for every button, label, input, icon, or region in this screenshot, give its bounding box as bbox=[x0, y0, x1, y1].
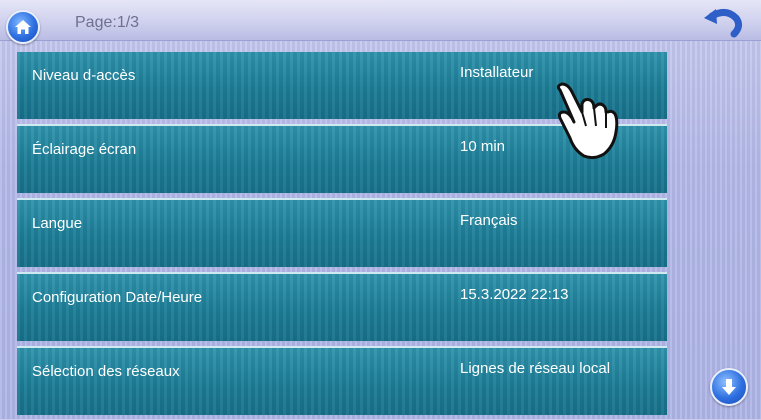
arrow-down-icon bbox=[722, 379, 736, 395]
setting-value: 15.3.2022 22:13 bbox=[460, 286, 569, 303]
top-bar: Page:1/3 bbox=[0, 0, 761, 44]
setting-row-language[interactable]: Langue Français bbox=[17, 198, 667, 267]
setting-value: Installateur bbox=[460, 64, 534, 81]
setting-row-date-time[interactable]: Configuration Date/Heure 15.3.2022 22:13 bbox=[17, 272, 667, 341]
setting-label: Configuration Date/Heure bbox=[32, 289, 203, 306]
setting-value: 10 min bbox=[460, 138, 506, 155]
home-icon bbox=[15, 20, 31, 34]
setting-label: Éclairage écran bbox=[32, 141, 137, 158]
setting-row-network-selection[interactable]: Sélection des réseaux Lignes de réseau l… bbox=[17, 346, 667, 415]
setting-label: Niveau d-accès bbox=[32, 67, 136, 84]
setting-label: Langue bbox=[32, 215, 83, 232]
undo-arrow-icon bbox=[704, 9, 743, 38]
scroll-down-button[interactable] bbox=[710, 368, 748, 406]
setting-value: Français bbox=[460, 212, 518, 229]
hand-pointer-icon bbox=[548, 82, 643, 162]
setting-value: Lignes de réseau local bbox=[460, 360, 611, 377]
page-indicator: Page:1/3 bbox=[75, 14, 140, 31]
back-button[interactable] bbox=[700, 6, 744, 38]
setting-label: Sélection des réseaux bbox=[32, 363, 180, 380]
home-button[interactable] bbox=[6, 10, 40, 44]
